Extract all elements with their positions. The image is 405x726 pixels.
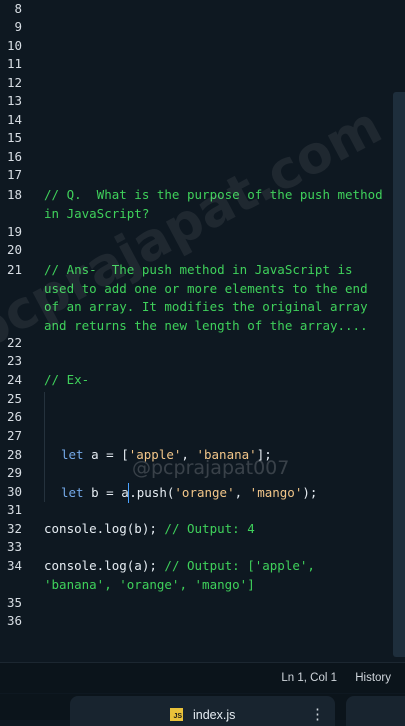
code-editor[interactable]: 8 9 10 11 12 13 14 15 16 17 18 19 20 21 22 23 24 25 26 27 28… [0,0,405,660]
line-number: 12 [6,75,22,90]
code-line-30[interactable]: let b = a.push('orange', 'mango'); [61,483,405,503]
code-token: ]; [256,447,272,462]
line-number: 8 [14,1,22,16]
line-number: 19 [6,224,22,239]
code-token: b = a [83,485,129,500]
editor-scrollbar[interactable] [393,92,405,657]
status-bar: Ln 1, Col 1 History [0,662,405,693]
line-number: 14 [6,112,22,127]
code-token: .push( [129,485,175,500]
code-token: ); [302,485,318,500]
line-number: 31 [6,502,22,517]
code-line-18[interactable]: // Q. What is the purpose of the push me… [44,186,389,223]
line-number: 34 [6,558,22,573]
comment-token: // Output: 4 [164,521,255,536]
more-vertical-icon[interactable]: ⋮ [310,705,325,723]
line-number: 22 [6,335,22,350]
line-number: 21 [6,262,22,277]
line-number: 27 [6,428,22,443]
line-number: 28 [6,447,22,462]
string-token: 'orange' [174,485,235,500]
code-token: console.log(b); [44,521,165,536]
line-number: 15 [6,130,22,145]
line-number: 18 [6,187,22,202]
line-number: 20 [6,242,22,257]
tab-bar: JS index.js ⋮ [0,694,405,726]
code-line-34[interactable]: console.log(a); // Output: ['apple', 'ba… [44,557,389,594]
tab-next[interactable] [346,696,405,726]
line-number: 13 [6,93,22,108]
line-number: 11 [6,56,22,71]
code-line-21[interactable]: // Ans- The push method in JavaScript is… [44,261,389,335]
line-number: 30 [6,484,22,499]
line-number: 29 [6,465,22,480]
line-number: 25 [6,391,22,406]
indent-guide [44,392,45,502]
code-token: , [181,447,197,462]
code-token: a = [ [83,447,129,462]
code-line-28[interactable]: let a = ['apple', 'banana']; [61,446,405,465]
line-number: 33 [6,539,22,554]
keyword-token: let [61,485,84,500]
string-token: 'banana' [196,447,257,462]
line-number: 36 [6,613,22,628]
line-number: 10 [6,38,22,53]
line-number: 9 [14,19,22,34]
line-number: 35 [6,595,22,610]
code-token: , [234,485,250,500]
keyword-token: let [61,447,84,462]
string-token: 'apple' [128,447,182,462]
line-number: 16 [6,149,22,164]
history-button[interactable]: History [355,672,391,684]
cursor-position: Ln 1, Col 1 [281,672,337,684]
js-file-icon: JS [170,708,183,721]
code-line-32[interactable]: console.log(b); // Output: 4 [44,520,389,539]
line-number: 26 [6,409,22,424]
code-line-24[interactable]: // Ex- [44,371,389,390]
line-number: 24 [6,372,22,387]
string-token: 'mango' [249,485,303,500]
line-number: 32 [6,521,22,536]
line-number: 17 [6,167,22,182]
code-token: console.log(a); [44,558,165,573]
line-number: 23 [6,353,22,368]
tab-index-js[interactable]: JS index.js ⋮ [70,696,335,726]
